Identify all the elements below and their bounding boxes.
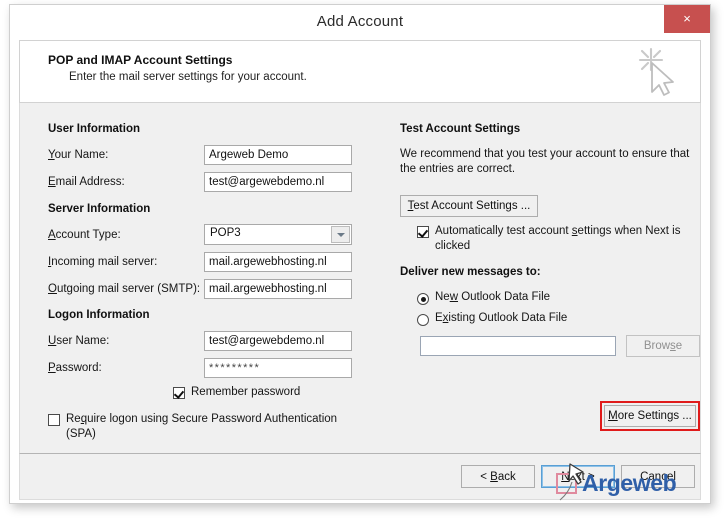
user-name-input[interactable] xyxy=(204,331,352,351)
outgoing-mail-server-input[interactable] xyxy=(204,279,352,299)
password-input[interactable] xyxy=(204,358,352,378)
title-bar: Add Account × xyxy=(10,5,710,40)
header-band: POP and IMAP Account Settings Enter the … xyxy=(19,40,701,103)
page-subtitle: Enter the mail server settings for your … xyxy=(69,71,307,83)
dialog-title: Add Account xyxy=(316,13,404,30)
radio-icon[interactable] xyxy=(417,314,429,326)
password-label: Password: xyxy=(48,362,102,374)
page-title: POP and IMAP Account Settings xyxy=(48,53,233,67)
account-type-label: Account Type: xyxy=(48,229,121,241)
spa-label: Require logon using Secure Password Auth… xyxy=(66,413,338,440)
checkbox-icon[interactable] xyxy=(48,414,60,426)
remember-password-label: Remember password xyxy=(191,386,301,398)
test-account-description: We recommend that you test your account … xyxy=(400,148,690,175)
user-name-label: User Name: xyxy=(48,335,110,347)
add-account-dialog: Add Account × POP and IMAP Account Setti… xyxy=(9,4,711,504)
radio-new-label: New Outlook Data File xyxy=(435,291,551,303)
browse-button[interactable]: Browse xyxy=(626,335,700,357)
checkbox-icon[interactable] xyxy=(173,387,185,399)
auto-test-label: Automatically test account settings when… xyxy=(435,225,681,252)
checkbox-icon[interactable] xyxy=(417,226,429,238)
back-button[interactable]: < Back xyxy=(461,465,535,488)
outgoing-mail-server-label: Outgoing mail server (SMTP): xyxy=(48,283,201,295)
section-test-account-settings: Test Account Settings xyxy=(400,123,521,135)
account-type-value: POP3 xyxy=(210,227,241,239)
data-file-path-input[interactable] xyxy=(420,336,616,356)
account-type-select[interactable]: POP3 xyxy=(204,224,352,245)
email-address-label: Email Address: xyxy=(48,176,125,188)
test-account-settings-button[interactable]: Test Account Settings ... xyxy=(400,195,538,217)
section-server-information: Server Information xyxy=(48,203,151,215)
cursor-sparkle-icon xyxy=(638,47,674,96)
radio-existing-label: Existing Outlook Data File xyxy=(435,312,568,324)
settings-body: User Information Your Name: Email Addres… xyxy=(19,103,701,453)
close-icon[interactable]: × xyxy=(664,5,710,33)
more-settings-button[interactable]: More Settings ... xyxy=(604,405,696,427)
argeweb-watermark: Argeweb xyxy=(556,470,677,497)
your-name-label: Your Name: xyxy=(48,149,109,161)
your-name-input[interactable] xyxy=(204,145,352,165)
radio-icon[interactable] xyxy=(417,293,429,305)
deliver-messages-label: Deliver new messages to: xyxy=(400,266,541,278)
email-address-input[interactable] xyxy=(204,172,352,192)
incoming-mail-server-label: Incoming mail server: xyxy=(48,256,158,268)
argeweb-logo-mark xyxy=(556,473,577,494)
section-logon-information: Logon Information xyxy=(48,309,150,321)
chevron-down-icon[interactable] xyxy=(331,226,350,243)
incoming-mail-server-input[interactable] xyxy=(204,252,352,272)
argeweb-brand-text: Argeweb xyxy=(582,470,677,496)
section-user-information: User Information xyxy=(48,123,141,135)
